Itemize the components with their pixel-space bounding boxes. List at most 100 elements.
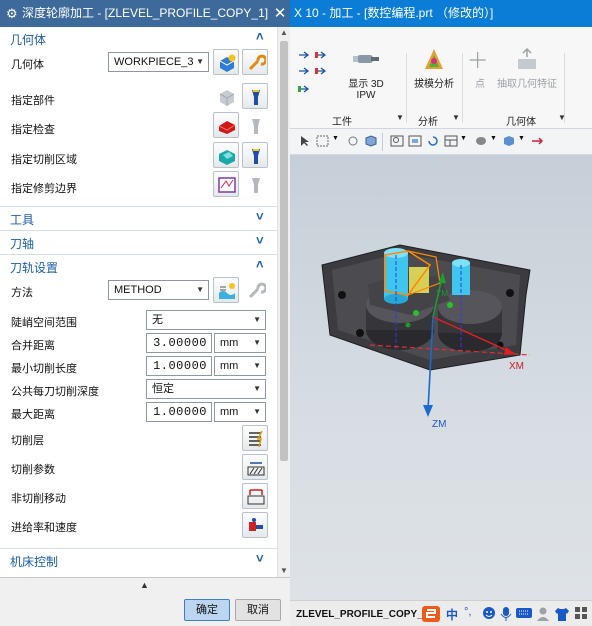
max-distance-label: 最大距离 bbox=[11, 409, 55, 421]
chevron-down-icon: ▼ bbox=[196, 57, 204, 66]
group-dropdown-arrow[interactable]: ▼ bbox=[396, 113, 404, 122]
filter-icon[interactable] bbox=[530, 135, 544, 147]
edit-method-button[interactable] bbox=[242, 277, 268, 303]
selection-box-icon[interactable] bbox=[316, 135, 330, 147]
cancel-button[interactable]: 取消 bbox=[235, 599, 281, 621]
show-3d-ipw-button[interactable]: 显示 3D IPW bbox=[338, 47, 394, 101]
point-button[interactable]: 点 bbox=[468, 47, 492, 90]
steep-range-select[interactable]: 无 ▼ bbox=[146, 310, 266, 330]
chevron-down-icon[interactable]: ˅ bbox=[256, 233, 264, 248]
ime-logo-icon[interactable] bbox=[422, 606, 440, 622]
cut-levels-button[interactable] bbox=[242, 425, 268, 451]
min-cut-length-unit-select[interactable]: mm ▼ bbox=[214, 356, 266, 376]
cut-params-label: 切削参数 bbox=[11, 464, 55, 476]
group-dropdown-arrow[interactable]: ▼ bbox=[558, 113, 566, 122]
min-cut-length-label: 最小切削长度 bbox=[11, 363, 77, 375]
chevron-down-icon[interactable]: ˅ bbox=[256, 551, 264, 566]
depth-per-cut-select[interactable]: 恒定 ▼ bbox=[146, 379, 266, 399]
specify-cut-area-button[interactable] bbox=[213, 142, 239, 168]
rotate-icon[interactable] bbox=[426, 135, 440, 147]
emoji-icon[interactable] bbox=[482, 606, 496, 620]
section-title: 机床控制 bbox=[10, 555, 59, 569]
show-part-button[interactable] bbox=[242, 83, 268, 109]
layout-icon[interactable] bbox=[444, 135, 458, 147]
keyboard-icon[interactable] bbox=[516, 606, 532, 620]
new-method-button[interactable] bbox=[213, 277, 239, 303]
ok-button[interactable]: 确定 bbox=[184, 599, 230, 621]
max-distance-input[interactable]: 1.00000 bbox=[146, 402, 212, 422]
shirt-skin-icon[interactable] bbox=[554, 606, 570, 622]
cut-params-button[interactable] bbox=[242, 454, 268, 480]
specify-check-button[interactable] bbox=[213, 112, 239, 138]
zoom-icon[interactable] bbox=[408, 135, 422, 147]
cube-icon[interactable] bbox=[364, 135, 378, 147]
expand-up-icon[interactable]: ▲ bbox=[140, 580, 149, 590]
chevron-down-icon[interactable]: ˅ bbox=[256, 209, 264, 224]
merge-distance-input[interactable]: 3.00000 bbox=[146, 333, 212, 353]
new-geometry-button[interactable] bbox=[213, 49, 239, 75]
sweep-analysis-button[interactable]: 拔模分析 bbox=[410, 47, 458, 90]
zlevel-profile-dialog: ⚙ 深度轮廓加工 - [ZLEVEL_PROFILE_COPY_1] ✕ 几何体… bbox=[0, 0, 290, 626]
view-orient-icon[interactable] bbox=[502, 135, 516, 147]
microphone-icon[interactable] bbox=[500, 606, 512, 622]
specify-trim-boundary-button[interactable] bbox=[213, 171, 239, 197]
flashlight-icon bbox=[252, 90, 260, 105]
chevron-down-icon: ▼ bbox=[253, 407, 261, 416]
section-header-tool[interactable]: 工具 ˅ bbox=[0, 206, 277, 228]
gear-icon: ⚙ bbox=[6, 6, 18, 21]
user-icon[interactable] bbox=[536, 606, 550, 622]
graphics-viewport[interactable]: XM YM ZM bbox=[290, 155, 592, 600]
group-dropdown-arrow[interactable]: ▼ bbox=[452, 113, 460, 122]
non-cut-moves-button[interactable] bbox=[242, 483, 268, 509]
chevron-down-icon: ▼ bbox=[253, 384, 261, 393]
specify-part-button[interactable] bbox=[213, 83, 239, 109]
punctuation-icon[interactable]: °, bbox=[464, 606, 471, 618]
feeds-speeds-button[interactable] bbox=[242, 512, 268, 538]
show-trim-boundary-button[interactable] bbox=[242, 171, 268, 197]
dropdown-arrow-icon[interactable]: ▼ bbox=[460, 135, 474, 147]
chevron-up-icon[interactable]: ˄ bbox=[256, 257, 264, 272]
section-header-path-settings[interactable]: 刀轨设置 ˄ bbox=[0, 254, 277, 276]
trim-boundary-icon bbox=[218, 177, 236, 193]
dialog-title-bar[interactable]: ⚙ 深度轮廓加工 - [ZLEVEL_PROFILE_COPY_1] ✕ bbox=[0, 0, 290, 27]
wrench-icon bbox=[248, 282, 266, 299]
snap-icon[interactable] bbox=[346, 135, 360, 147]
chevron-down-icon: ▼ bbox=[253, 315, 261, 324]
select-icon[interactable] bbox=[298, 135, 312, 147]
group-label-work: 工件 bbox=[332, 117, 352, 128]
wrench-icon bbox=[248, 54, 266, 71]
min-cut-length-input[interactable]: 1.00000 bbox=[146, 356, 212, 376]
render-style-icon[interactable] bbox=[474, 135, 488, 147]
axis-label-ym: YM bbox=[436, 289, 448, 298]
section-header-tool-axis[interactable]: 刀轴 ˅ bbox=[0, 230, 277, 252]
section-header-machine-control[interactable]: 机床控制 ˅ bbox=[0, 548, 277, 570]
scroll-up-icon[interactable]: ▲ bbox=[278, 27, 290, 39]
extract-geometry-button[interactable]: 抽取几何特征 bbox=[496, 47, 558, 90]
dialog-scrollbar[interactable]: ▲ ▼ bbox=[277, 27, 290, 577]
chevron-up-icon[interactable]: ˄ bbox=[256, 29, 264, 44]
merge-distance-unit-select[interactable]: mm ▼ bbox=[214, 333, 266, 353]
section-header-geometry[interactable]: 几何体 ˄ bbox=[0, 27, 277, 49]
close-icon[interactable]: ✕ bbox=[270, 0, 290, 27]
status-bar: ZLEVEL_PROFILE_COPY_1 中 °, bbox=[290, 600, 592, 626]
apps-grid-icon[interactable] bbox=[574, 606, 588, 620]
dropdown-arrow-icon[interactable]: ▼ bbox=[332, 135, 346, 147]
edit-geometry-button[interactable] bbox=[242, 49, 268, 75]
axis-label-xm: XM bbox=[509, 361, 524, 372]
operation-small-icons[interactable] bbox=[296, 49, 332, 101]
fit-view-icon[interactable] bbox=[390, 135, 404, 147]
scroll-down-icon[interactable]: ▼ bbox=[278, 565, 290, 577]
method-select[interactable]: METHOD ▼ bbox=[108, 280, 209, 300]
feeds-speeds-icon bbox=[249, 518, 263, 531]
ribbon: 显示 3D IPW 拔模分析 点 抽取几何特征 工件 ▼ 分析 ▼ 几何体 ▼ bbox=[290, 27, 592, 129]
show-cut-area-button[interactable] bbox=[242, 142, 268, 168]
steep-range-label: 陡峭空间范围 bbox=[11, 317, 77, 329]
show-check-button[interactable] bbox=[242, 112, 268, 138]
dialog-content: 几何体 ˄ 几何体 WORKPIECE_3 ▼ 指定部件 指定检查 指定切削区域 bbox=[0, 27, 290, 577]
scrollbar-thumb[interactable] bbox=[280, 41, 288, 461]
geometry-select[interactable]: WORKPIECE_3 ▼ bbox=[108, 52, 209, 72]
max-distance-unit-select[interactable]: mm ▼ bbox=[214, 402, 266, 422]
ribbon-separator bbox=[462, 53, 463, 123]
chevron-down-icon: ▼ bbox=[253, 361, 261, 370]
ime-mode-label[interactable]: 中 bbox=[446, 606, 458, 623]
